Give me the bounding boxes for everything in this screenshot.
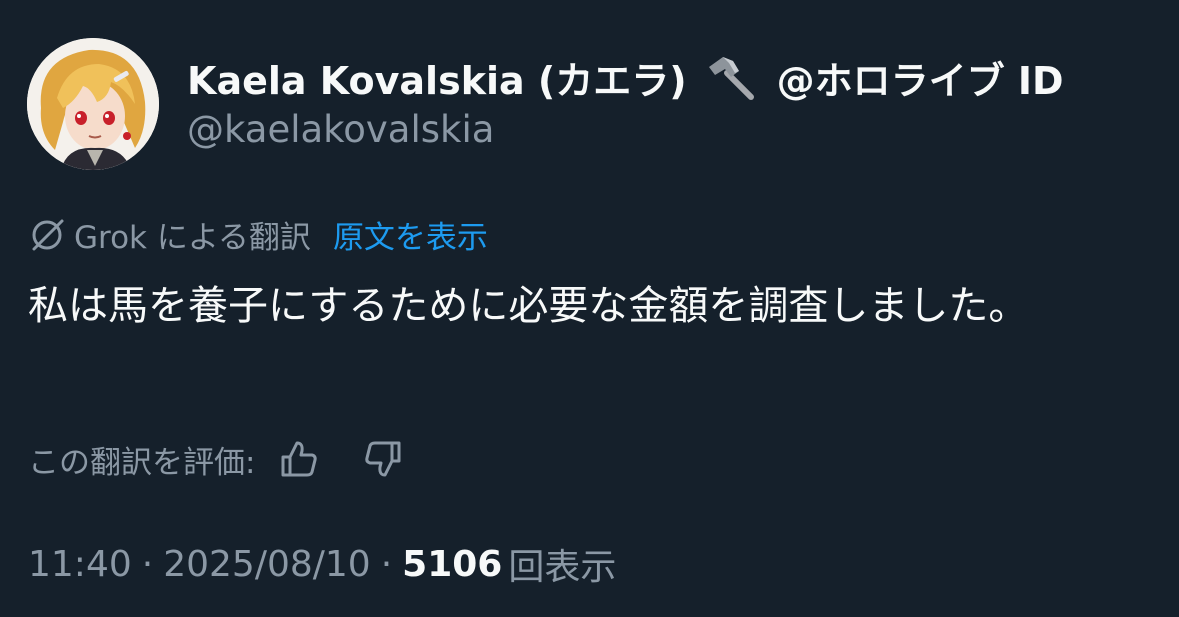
rate-translation-row: この翻訳を評価: xyxy=(28,436,405,482)
tweet-meta: 11:40 · 2025/08/10 · 5106 回表示 xyxy=(28,540,617,589)
tweet-date[interactable]: 2025/08/10 xyxy=(163,544,371,585)
thumbs-up-icon xyxy=(281,441,318,477)
views-label: 回表示 xyxy=(508,547,617,588)
meta-separator: · xyxy=(141,543,154,585)
thumbs-up-button[interactable] xyxy=(277,437,321,481)
meta-separator: · xyxy=(380,543,393,585)
thumbs-down-icon xyxy=(365,441,401,477)
tweet-time[interactable]: 11:40 xyxy=(28,544,132,585)
author-handle[interactable]: @kaelakovalskia xyxy=(187,108,494,151)
author-name-row[interactable]: Kaela Kovalskia (カエラ) @ホロライブ ID xyxy=(187,50,1064,105)
show-original-link[interactable]: 原文を表示 xyxy=(333,212,488,257)
avatar[interactable] xyxy=(27,38,159,170)
translation-label: Grok による翻訳 xyxy=(74,219,311,256)
rate-translation-prompt: この翻訳を評価: xyxy=(28,444,256,481)
grok-icon xyxy=(28,215,66,253)
thumbs-down-button[interactable] xyxy=(361,437,405,481)
avatar-image xyxy=(27,38,159,170)
author-display-name[interactable]: Kaela Kovalskia (カエラ) xyxy=(187,50,687,105)
views-count[interactable]: 5106 xyxy=(402,544,502,585)
hammer-icon xyxy=(705,53,759,101)
translation-info: Grok による翻訳 原文を表示 xyxy=(28,212,488,256)
author-affiliation: @ホロライブ ID xyxy=(776,58,1064,103)
tweet-text: 私は馬を養子にするために必要な金額を調査しました。 xyxy=(28,283,1029,329)
